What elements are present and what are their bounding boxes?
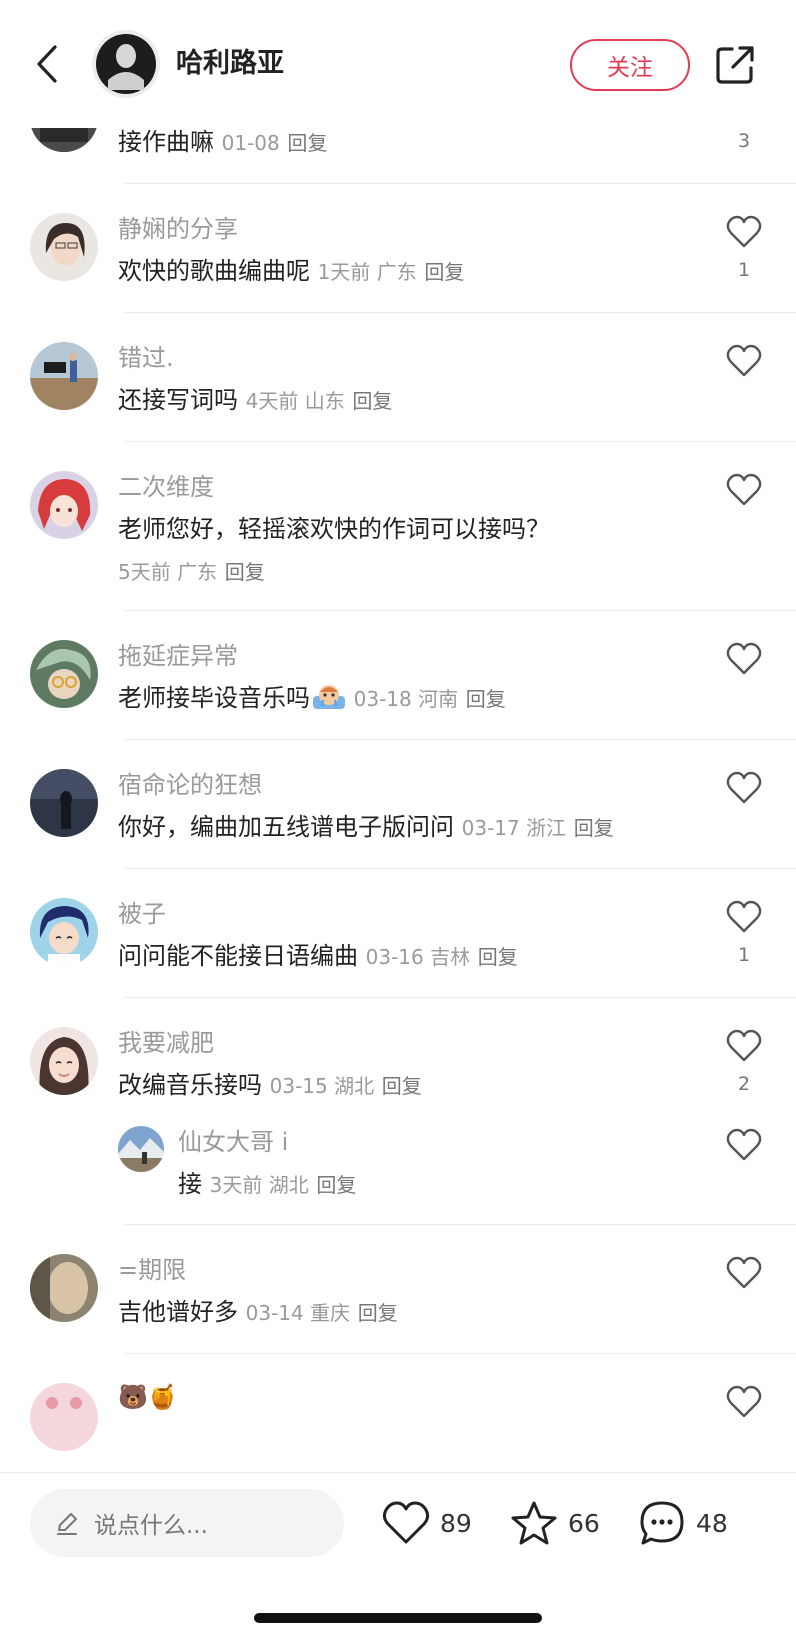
star-icon [511, 1501, 557, 1545]
reply-button[interactable]: 回复 [358, 1301, 398, 1325]
like-heart-icon[interactable] [726, 1128, 762, 1162]
comment-text: 接 3天前 湖北 回复 [178, 1170, 357, 1198]
comment-author[interactable]: 拖延症异常 [118, 640, 238, 672]
like-heart-icon[interactable] [726, 215, 762, 249]
like-count: 1 [737, 944, 751, 966]
like-button[interactable]: 89 [382, 1489, 472, 1557]
author-avatar[interactable] [92, 30, 160, 98]
comment-author[interactable]: 仙女大哥 i [178, 1126, 288, 1158]
chat-bubble-icon [640, 1501, 684, 1545]
share-icon [716, 46, 754, 84]
comments-button[interactable]: 48 [638, 1489, 728, 1557]
like-count: 1 [737, 259, 751, 281]
share-button[interactable] [712, 42, 758, 88]
comment-text: 改编音乐接吗 03-15 湖北 回复 [118, 1071, 422, 1099]
divider [124, 1224, 796, 1225]
divider [124, 183, 796, 184]
like-heart-icon[interactable] [726, 473, 762, 507]
chevron-left-icon [37, 45, 57, 83]
comment-text: 吉他谱好多 03-14 重庆 回复 [118, 1298, 398, 1326]
like-heart-icon[interactable] [726, 771, 762, 805]
comment-meta: 03-15 湖北 [269, 1074, 375, 1098]
follow-button[interactable]: 关注 [570, 39, 690, 91]
comment-text: 欢快的歌曲编曲呢 1天前 广东 回复 [118, 257, 465, 285]
avatar[interactable] [30, 769, 98, 837]
likes-count: 89 [440, 1508, 472, 1538]
like-heart-icon[interactable] [726, 642, 762, 676]
like-heart-icon[interactable] [726, 1385, 762, 1419]
comment-text: 老师您好，轻摇滚欢快的作词可以接吗？ [118, 515, 550, 543]
pencil-icon [57, 1513, 77, 1535]
reply-button[interactable]: 回复 [352, 389, 392, 413]
divider [124, 312, 796, 313]
crying-emoji-icon [313, 685, 345, 709]
comment-meta: 03-17 浙江 [461, 816, 567, 840]
comment-meta: 4天前 山东 [245, 389, 345, 413]
comment-text: 老师接毕设音乐吗 03-18 河南 回复 [118, 684, 506, 712]
divider [124, 997, 796, 998]
reply-button[interactable]: 回复 [382, 1074, 422, 1098]
comment-author[interactable]: 二次维度 [118, 471, 214, 503]
like-heart-icon[interactable] [726, 1029, 762, 1063]
avatar[interactable] [118, 1126, 164, 1172]
reply-button[interactable]: 回复 [466, 687, 506, 711]
comment-author[interactable]: =期限 [118, 1254, 186, 1286]
like-count: 3 [737, 130, 751, 152]
comment-meta: 3天前 湖北 [209, 1173, 309, 1197]
comment-text: 🐻🍯 [118, 1383, 178, 1411]
author-name[interactable]: 哈利路亚 [176, 44, 284, 84]
comment-author[interactable]: 静娴的分享 [118, 213, 238, 245]
bottom-bar: 说点什么... 89 66 48 [0, 1472, 796, 1641]
comment-meta: 01-08 [221, 131, 280, 155]
comment-list[interactable]: 接作曲嘛 01-08 回复 3 静娴的分享 欢快的歌曲编曲呢 1天前 广东 回复… [0, 0, 796, 1472]
comment-author[interactable]: 错过. [118, 342, 174, 374]
avatar[interactable] [30, 1254, 98, 1322]
like-heart-icon[interactable] [726, 344, 762, 378]
reply-button[interactable]: 回复 [316, 1173, 356, 1197]
comment-text: 接作曲嘛 01-08 回复 [118, 128, 328, 156]
comment-text: 还接写词吗 4天前 山东 回复 [118, 386, 393, 414]
comment-meta-line: 5天前 广东 回复 [118, 554, 265, 589]
home-indicator[interactable] [254, 1613, 542, 1623]
reply-button[interactable]: 回复 [478, 945, 518, 969]
reply-button[interactable]: 回复 [574, 816, 614, 840]
avatar[interactable] [30, 342, 98, 410]
comment-meta: 03-18 河南 [353, 687, 459, 711]
comment-input-placeholder: 说点什么... [94, 1513, 208, 1539]
comment-text: 你好，编曲加五线谱电子版问问 03-17 浙江 回复 [118, 813, 614, 841]
divider [124, 868, 796, 869]
comment-meta: 03-16 吉林 [365, 945, 471, 969]
reply-button[interactable]: 回复 [287, 131, 327, 155]
avatar[interactable] [30, 898, 98, 966]
avatar[interactable] [30, 1027, 98, 1095]
comment-author[interactable]: 我要减肥 [118, 1027, 214, 1059]
comment-meta: 03-14 重庆 [245, 1301, 351, 1325]
divider [124, 739, 796, 740]
divider [124, 1353, 796, 1354]
avatar[interactable] [30, 640, 98, 708]
comment-meta: 5天前 广东 [118, 560, 218, 584]
favorites-count: 66 [568, 1508, 600, 1538]
comment-author[interactable]: 被子 [118, 898, 166, 930]
top-bar: 哈利路亚 关注 [0, 0, 796, 128]
like-count: 2 [737, 1073, 751, 1095]
divider [124, 441, 796, 442]
like-heart-icon[interactable] [726, 1256, 762, 1290]
back-button[interactable] [30, 40, 64, 88]
reply-button[interactable]: 回复 [424, 260, 464, 284]
reply-button[interactable]: 回复 [225, 560, 265, 584]
avatar[interactable] [30, 1383, 98, 1451]
comments-count: 48 [696, 1508, 728, 1538]
divider [124, 610, 796, 611]
favorite-button[interactable]: 66 [510, 1489, 600, 1557]
comment-author[interactable]: 宿命论的狂想 [118, 769, 262, 801]
like-heart-icon[interactable] [726, 900, 762, 934]
avatar[interactable] [30, 471, 98, 539]
comment-text: 问问能不能接日语编曲 03-16 吉林 回复 [118, 942, 518, 970]
avatar[interactable] [30, 213, 98, 281]
comment-meta: 1天前 广东 [317, 260, 417, 284]
heart-icon [382, 1501, 430, 1544]
comment-input[interactable]: 说点什么... [30, 1489, 344, 1557]
